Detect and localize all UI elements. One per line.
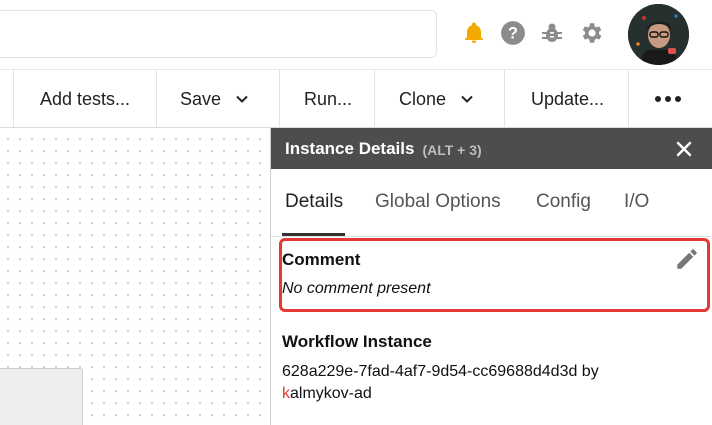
help-icon[interactable]: ?: [500, 20, 526, 46]
toolbar-divider: [628, 70, 629, 128]
gear-icon[interactable]: [578, 20, 604, 46]
comment-value: No comment present: [282, 280, 431, 297]
tab-global-options[interactable]: Global Options: [375, 191, 501, 213]
svg-text:?: ?: [508, 24, 518, 42]
tab-details[interactable]: Details: [285, 191, 343, 213]
clone-button[interactable]: Clone: [399, 70, 474, 128]
workflow-block[interactable]: [0, 368, 83, 425]
chevron-down-icon: [461, 95, 473, 103]
chevron-down-icon: [236, 95, 248, 103]
workflow-instance-title: Workflow Instance: [282, 332, 432, 351]
author-initial[interactable]: k: [282, 385, 290, 402]
top-header: ?: [0, 0, 712, 70]
toolbar-divider: [156, 70, 157, 128]
bug-icon[interactable]: [539, 20, 565, 46]
panel-header: Instance Details (ALT + 3): [271, 128, 712, 169]
workflow-instance-id: 628a229e-7fad-4af7-9d54-cc69688d4d3d by …: [282, 361, 702, 405]
toolbar-divider: [504, 70, 505, 128]
run-label: Run...: [304, 88, 353, 109]
save-button[interactable]: Save: [180, 70, 249, 128]
toolbar-divider: [279, 70, 280, 128]
add-tests-button[interactable]: Add tests...: [40, 70, 130, 128]
instance-details-panel: Instance Details (ALT + 3) Details Globa…: [270, 128, 712, 425]
update-label: Update...: [531, 88, 605, 109]
user-avatar[interactable]: [628, 4, 689, 65]
add-tests-label: Add tests...: [40, 88, 131, 109]
panel-tabs: Details Global Options Config I/O: [271, 169, 712, 237]
tab-config[interactable]: Config: [536, 191, 591, 213]
toolbar-divider: [374, 70, 375, 128]
clone-label: Clone: [399, 88, 447, 109]
more-options-icon[interactable]: [655, 70, 681, 128]
comment-title: Comment: [282, 250, 361, 269]
update-button[interactable]: Update...: [531, 70, 604, 128]
toolbar-divider: [13, 70, 14, 128]
toolbar: Add tests... Save Run... Clone Update...: [0, 70, 712, 128]
author-name[interactable]: almykov-ad: [290, 385, 372, 402]
save-label: Save: [180, 88, 222, 109]
active-tab-indicator: [282, 233, 345, 236]
panel-shortcut: (ALT + 3): [422, 141, 482, 158]
search-input[interactable]: [0, 10, 437, 58]
app-root: ? Add tests... Save Run... Clone Update.…: [0, 0, 712, 425]
panel-title: Instance Details: [285, 138, 415, 158]
edit-icon[interactable]: [674, 246, 700, 272]
workflow-instance-id-text: 628a229e-7fad-4af7-9d54-cc69688d4d3d by: [282, 363, 599, 380]
tab-io[interactable]: I/O: [624, 191, 649, 213]
run-button[interactable]: Run...: [304, 70, 352, 128]
bell-icon[interactable]: [461, 20, 487, 46]
close-icon[interactable]: [673, 138, 695, 160]
